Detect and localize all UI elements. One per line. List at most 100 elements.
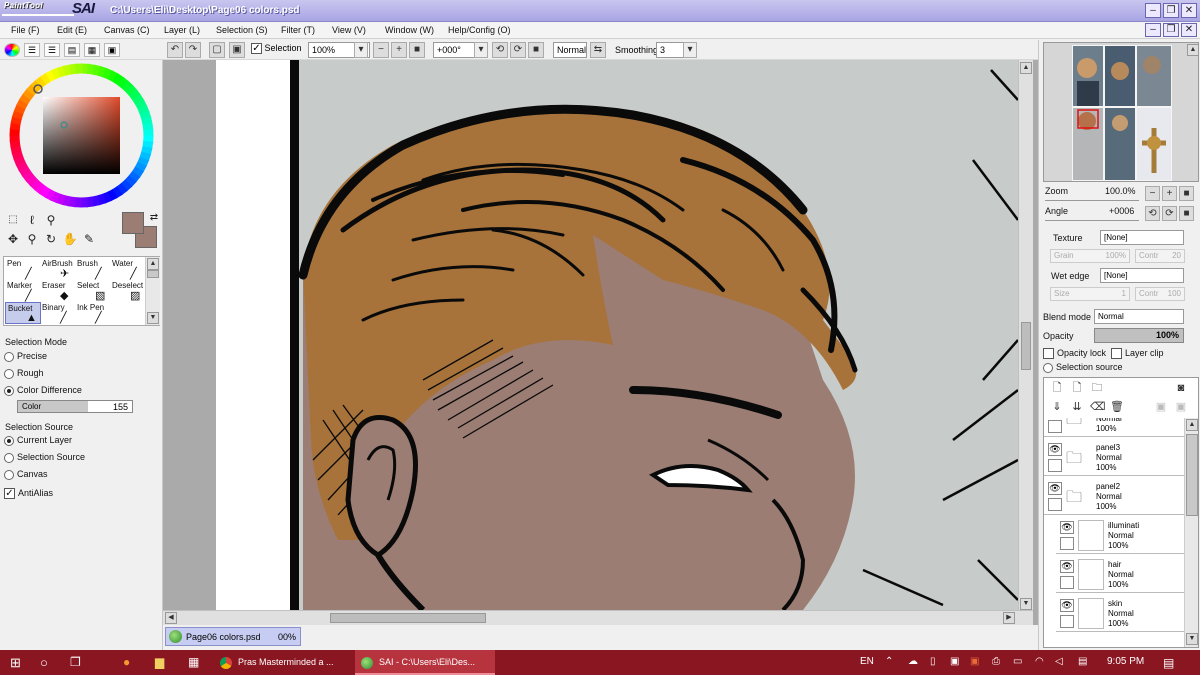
new-linework-layer-icon[interactable]: 🗋 xyxy=(1070,381,1084,395)
task-view-icon[interactable]: ❐ xyxy=(70,650,81,675)
selection-checkbox[interactable]: ✓ xyxy=(251,43,262,55)
layer-scrollbar[interactable]: ▲ ▼ xyxy=(1184,418,1198,647)
radio-precise[interactable]: Precise xyxy=(4,351,47,362)
new-folder-icon[interactable]: 🗀 xyxy=(1090,381,1104,395)
brush-water[interactable]: Water ╱ xyxy=(110,258,146,280)
wifi-icon[interactable]: ◠ xyxy=(1035,656,1044,667)
undo-icon[interactable]: ↶ xyxy=(167,42,183,58)
maximize-button[interactable]: ❐ xyxy=(1163,3,1179,18)
invert-selection-icon[interactable]: ▣ xyxy=(229,42,245,58)
rotate-right-icon[interactable]: ⟳ xyxy=(510,42,526,58)
zoom-icon[interactable]: ⚲ xyxy=(24,231,40,247)
scratchpad-mode-icon[interactable]: ▦ xyxy=(84,43,100,57)
rotate-left-icon[interactable]: ⟲ xyxy=(492,42,508,58)
radio-icon[interactable] xyxy=(4,435,14,446)
brush-scroll-down-icon[interactable]: ▼ xyxy=(147,312,159,324)
taskbar-app-sai[interactable]: SAI - C:\Users\Eli\Des... xyxy=(355,650,495,675)
visibility-eye-icon[interactable]: 👁 xyxy=(1060,599,1074,612)
layer-select-checkbox[interactable] xyxy=(1060,615,1074,628)
scroll-right-icon[interactable]: ▶ xyxy=(1003,612,1015,624)
layer-select-checkbox[interactable] xyxy=(1048,459,1062,472)
blend-mode-select[interactable]: Normal xyxy=(1094,309,1184,324)
selection-source-toggle[interactable]: Selection source xyxy=(1043,362,1123,373)
zoom-in-icon[interactable]: + xyxy=(391,42,407,58)
radio-icon[interactable] xyxy=(4,368,14,379)
menu-file[interactable]: File (F) xyxy=(11,25,40,35)
search-icon[interactable]: ○ xyxy=(40,650,48,675)
nav-zoom-in-icon[interactable]: + xyxy=(1162,186,1177,201)
flip-view-icon[interactable]: ⇆ xyxy=(590,42,606,58)
color-wheel[interactable] xyxy=(9,63,154,208)
smoothing-dropdown-icon[interactable]: ▾ xyxy=(683,42,697,58)
view-blend-field[interactable]: Normal xyxy=(553,42,587,58)
clock[interactable]: 9:05 PM xyxy=(1107,656,1144,667)
brush-bucket[interactable]: Bucket ▲ xyxy=(5,302,41,324)
firefox-icon[interactable]: ● xyxy=(123,650,130,675)
nav-expand-icon[interactable]: ▲ xyxy=(1187,44,1199,56)
new-layer-icon[interactable]: 🗋 xyxy=(1050,381,1064,395)
brush-airbrush[interactable]: AirBrush ✈ xyxy=(40,258,76,280)
layer-select-checkbox[interactable] xyxy=(1060,537,1074,550)
layer-clip-toggle[interactable]: Layer clip xyxy=(1111,348,1164,360)
visibility-eye-icon[interactable]: 👁 xyxy=(1060,521,1074,534)
wetedge-select[interactable]: [None] xyxy=(1100,268,1184,283)
menu-selection[interactable]: Selection (S) xyxy=(216,25,268,35)
opacity-lock-checkbox[interactable] xyxy=(1043,348,1054,360)
opacity-lock-toggle[interactable]: Opacity lock xyxy=(1043,348,1106,360)
brush-ink-pen[interactable]: Ink Pen ╱ xyxy=(75,302,111,324)
menu-edit[interactable]: Edit (E) xyxy=(57,25,87,35)
texture-select[interactable]: [None] xyxy=(1100,230,1184,245)
rect-select-icon[interactable]: ⬚ xyxy=(5,212,21,228)
volume-icon[interactable]: ◁ xyxy=(1055,656,1063,667)
radio-icon[interactable] xyxy=(4,351,14,362)
zoom-slider[interactable] xyxy=(1045,191,1139,201)
layer-panel-menu-icon[interactable]: ◙ xyxy=(1174,381,1188,395)
horizontal-scroll-thumb[interactable] xyxy=(330,613,486,623)
office-icon[interactable]: ▣ xyxy=(970,656,979,667)
layer-scroll-up-icon[interactable]: ▲ xyxy=(1186,419,1198,431)
artwork-canvas[interactable] xyxy=(163,60,1018,610)
radio-rough[interactable]: Rough xyxy=(4,368,44,379)
tray-app-icon[interactable]: ▣ xyxy=(950,656,959,667)
lasso-icon[interactable]: ℓ xyxy=(24,212,40,228)
antialias-toggle[interactable]: ✓ AntiAlias xyxy=(4,488,53,500)
brush-pen[interactable]: Pen ╱ xyxy=(5,258,41,280)
zoom-reset-icon[interactable]: ■ xyxy=(409,42,425,58)
brush-scroll-up-icon[interactable]: ▲ xyxy=(147,258,159,270)
nav-rotate-reset-icon[interactable]: ■ xyxy=(1179,206,1194,221)
action-center-small-icon[interactable]: ▤ xyxy=(1078,656,1087,667)
onedrive-icon[interactable]: ☁ xyxy=(908,656,918,667)
nav-rotate-left-icon[interactable]: ⟲ xyxy=(1145,206,1160,221)
menu-canvas[interactable]: Canvas (C) xyxy=(104,25,150,35)
menu-layer[interactable]: Layer (L) xyxy=(164,25,200,35)
usb-icon[interactable]: ▯ xyxy=(930,656,936,667)
navigator-thumbnail[interactable] xyxy=(1044,43,1199,182)
selection-toggle[interactable]: ✓ Selection xyxy=(251,43,302,55)
radio-color-difference[interactable]: Color Difference xyxy=(4,385,82,396)
layer-row[interactable]: 👁 illuminati Normal 100% xyxy=(1056,517,1184,554)
menu-filter[interactable]: Filter (T) xyxy=(281,25,315,35)
radio-icon[interactable] xyxy=(4,452,14,463)
layer-select-checkbox[interactable] xyxy=(1048,498,1062,511)
brush-eraser[interactable]: Eraser ◆ xyxy=(40,280,76,302)
hsv-slider-mode-icon[interactable]: ☰ xyxy=(44,43,60,57)
layer-select-checkbox[interactable] xyxy=(1048,420,1062,433)
visibility-eye-icon[interactable]: 👁 xyxy=(1048,482,1062,495)
navigator-preview[interactable] xyxy=(1043,42,1199,182)
clear-layer-icon[interactable]: ⌫ xyxy=(1090,400,1106,414)
antialias-checkbox[interactable]: ✓ xyxy=(4,488,15,500)
scroll-down-icon[interactable]: ▼ xyxy=(1020,598,1032,610)
doc-close-button[interactable]: ✕ xyxy=(1181,23,1197,37)
rgb-slider-mode-icon[interactable]: ☰ xyxy=(24,43,40,57)
opacity-slider[interactable]: 100% xyxy=(1094,328,1184,343)
canvas-horizontal-scrollbar[interactable]: ◀ ▶ xyxy=(163,610,1033,625)
calculator-icon[interactable]: ▦ xyxy=(188,650,199,675)
menu-view[interactable]: View (V) xyxy=(332,25,366,35)
move-icon[interactable]: ✥ xyxy=(5,231,21,247)
merge-down-icon[interactable]: ⇊ xyxy=(1070,400,1084,414)
redo-icon[interactable]: ↷ xyxy=(185,42,201,58)
swatch-mode-icon[interactable]: ▤ xyxy=(64,43,80,57)
battery-icon[interactable]: ▭ xyxy=(1013,656,1022,667)
printer-icon[interactable]: ⎙ xyxy=(992,656,1000,667)
nav-rotate-right-icon[interactable]: ⟳ xyxy=(1162,206,1177,221)
